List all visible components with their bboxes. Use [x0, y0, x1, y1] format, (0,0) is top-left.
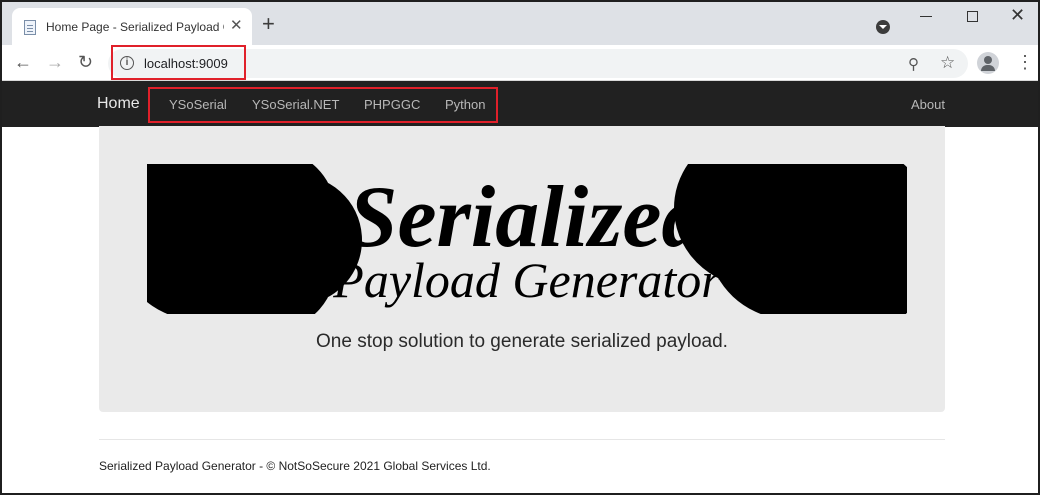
window-close-icon[interactable]: ✕ [1010, 6, 1025, 24]
tab-strip: Home Page - Serialized Payload Generator… [2, 2, 1038, 45]
nav-brand-home[interactable]: Home [97, 95, 140, 113]
new-tab-icon[interactable]: + [262, 13, 275, 35]
site-logo: Serialized Payload Generator [147, 164, 907, 314]
browser-tab[interactable]: Home Page - Serialized Payload Generator… [12, 8, 252, 45]
forward-arrow-icon[interactable]: → [46, 51, 64, 73]
sparkle-icon [207, 266, 237, 296]
maximize-icon[interactable] [967, 11, 978, 22]
minimize-icon[interactable] [920, 16, 932, 17]
back-arrow-icon[interactable]: ← [14, 51, 32, 73]
nav-annotation-box [148, 87, 498, 123]
footer-divider [99, 439, 945, 440]
nav-link-about[interactable]: About [911, 97, 945, 112]
url-annotation-box [111, 45, 246, 80]
page-favicon-icon [24, 20, 36, 35]
browser-window: Home Page - Serialized Payload Generator… [0, 0, 1040, 495]
sparkle-icon [798, 266, 828, 296]
browser-menu-icon[interactable]: ⋮ [1016, 51, 1034, 73]
tab-title: Home Page - Serialized Payload Generator [46, 20, 224, 34]
tab-search-icon[interactable] [876, 20, 890, 34]
bookmark-star-icon[interactable]: ☆ [940, 53, 955, 73]
tab-close-icon[interactable]: ✕ [230, 18, 243, 34]
logo-subtitle: Payload Generator [332, 252, 721, 308]
account-icon[interactable] [977, 52, 999, 74]
reload-icon[interactable]: ↻ [78, 51, 93, 73]
footer-copyright: Serialized Payload Generator - © NotSoSe… [99, 459, 491, 473]
hero-tagline: One stop solution to generate serialized… [316, 331, 728, 352]
hero-jumbotron: Serialized Payload Generator One stop so… [99, 126, 945, 412]
zoom-icon[interactable]: ⚲ [908, 55, 919, 73]
